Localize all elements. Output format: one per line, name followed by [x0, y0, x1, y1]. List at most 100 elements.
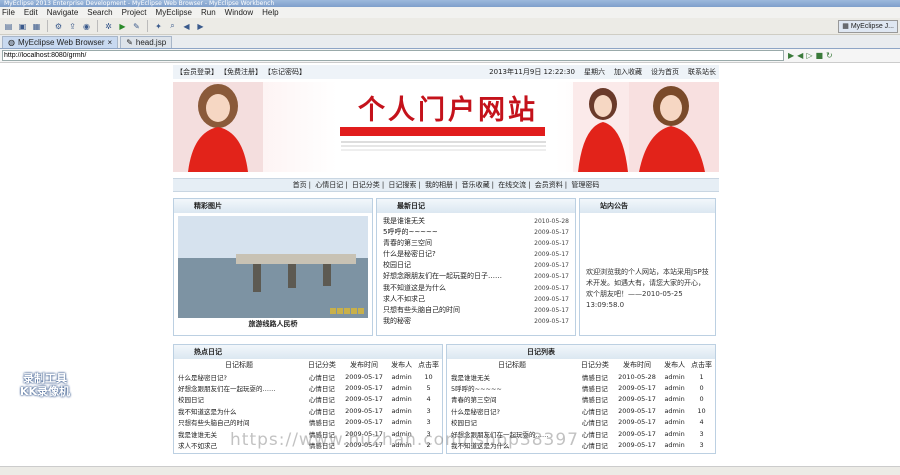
- menu-edit[interactable]: Edit: [24, 7, 38, 18]
- column-header: 点击率: [418, 361, 440, 369]
- table-cell[interactable]: 好想念跟朋友们在一起玩耍的……: [174, 382, 304, 393]
- add-favorite-link[interactable]: 加入收藏: [614, 67, 642, 77]
- table-row[interactable]: 我是谁谁无关 情感日记 2010-05-28 admin 1: [447, 371, 715, 382]
- menu-file[interactable]: File: [2, 7, 15, 18]
- nav-mood-diary[interactable]: 心情日记: [315, 181, 343, 189]
- menu-project[interactable]: Project: [122, 7, 147, 18]
- table-cell[interactable]: 什么是秘密日记?: [447, 405, 577, 416]
- menu-help[interactable]: Help: [262, 7, 278, 18]
- nav-home[interactable]: 首页: [293, 181, 307, 189]
- diary-title[interactable]: 只想有些头脑自己的时间: [383, 305, 460, 316]
- nav-diary-category[interactable]: 日记分类: [352, 181, 380, 189]
- table-cell[interactable]: 我不知道这是为什么: [174, 405, 304, 416]
- nav-diary-search[interactable]: 日记搜索: [388, 181, 416, 189]
- run-icon[interactable]: ▶: [117, 21, 128, 32]
- slideshow-pager[interactable]: [330, 308, 364, 314]
- forward-icon[interactable]: ▷: [806, 51, 812, 60]
- latest-diary-item[interactable]: 青春的第三空间 2009-05-17: [377, 238, 575, 249]
- open-type-icon[interactable]: ✦: [153, 21, 164, 32]
- latest-diary-item[interactable]: 什么是秘密日记? 2009-05-17: [377, 249, 575, 260]
- table-row[interactable]: 青春的第三空间 情感日记 2009-05-17 admin 0: [447, 394, 715, 405]
- column-header: 发布时间: [350, 361, 378, 369]
- latest-diary-item[interactable]: 只想有些头脑自己的时间 2009-05-17: [377, 305, 575, 316]
- latest-diary-item[interactable]: 5呼呼的~~~~~ 2009-05-17: [377, 227, 575, 238]
- column-header: 发布时间: [623, 361, 651, 369]
- nav-album[interactable]: 我的相册: [425, 181, 453, 189]
- latest-diary-item[interactable]: 我是谁谁无关 2010-05-28: [377, 216, 575, 227]
- table-cell[interactable]: 什么是秘密日记?: [174, 371, 304, 382]
- forgot-password-link[interactable]: 【忘记密码】: [264, 67, 306, 77]
- diary-title[interactable]: 我是谁谁无关: [383, 216, 425, 227]
- contact-link[interactable]: 联系站长: [688, 67, 716, 77]
- table-cell: 心情日记: [581, 419, 608, 428]
- external-tools-icon[interactable]: ✎: [131, 21, 142, 32]
- nav-manage-password[interactable]: 管理密码: [571, 181, 599, 189]
- table-row[interactable]: 我不知道这是为什么 心情日记 2009-05-17 admin 3: [174, 405, 442, 416]
- nav-member-info[interactable]: 会员资料: [535, 181, 563, 189]
- editor-tabs: ◍ MyEclipse Web Browser × ✎ head.jsp: [0, 35, 900, 49]
- latest-diary-item[interactable]: 我不知道这是为什么 2009-05-17: [377, 283, 575, 294]
- table-cell: 10: [697, 406, 706, 415]
- member-login-link[interactable]: 【会员登录】: [176, 67, 218, 77]
- browser-icon[interactable]: ◉: [81, 21, 92, 32]
- print-icon[interactable]: ▦: [31, 21, 42, 32]
- back-icon[interactable]: ◀: [181, 21, 192, 32]
- new-icon[interactable]: ▤: [3, 21, 14, 32]
- set-homepage-link[interactable]: 设为首页: [651, 67, 679, 77]
- diary-title[interactable]: 5呼呼的~~~~~: [383, 227, 438, 238]
- diary-title[interactable]: 我的秘密: [383, 316, 411, 327]
- menu-window[interactable]: Window: [225, 7, 253, 18]
- diary-title[interactable]: 求人不如求己: [383, 294, 425, 305]
- server-icon[interactable]: ⚙: [53, 21, 64, 32]
- nav-music[interactable]: 音乐收藏: [462, 181, 490, 189]
- diary-title[interactable]: 校园日记: [383, 260, 411, 271]
- table-cell[interactable]: 青春的第三空间: [447, 394, 577, 405]
- tab-web-browser[interactable]: ◍ MyEclipse Web Browser ×: [2, 36, 119, 49]
- latest-diary-item[interactable]: 校园日记 2009-05-17: [377, 260, 575, 271]
- menu-navigate[interactable]: Navigate: [47, 7, 79, 18]
- table-row[interactable]: 5呼呼的~~~~~ 情感日记 2009-05-17 admin 0: [447, 382, 715, 393]
- search-icon[interactable]: ⌕: [167, 21, 178, 32]
- save-icon[interactable]: ▣: [17, 21, 28, 32]
- table-cell[interactable]: 5呼呼的~~~~~: [447, 382, 577, 393]
- close-icon[interactable]: ×: [108, 37, 113, 49]
- table-row[interactable]: 什么是秘密日记? 心情日记 2009-05-17 admin 10: [447, 405, 715, 416]
- nav-chat[interactable]: 在线交流: [498, 181, 526, 189]
- menu-search[interactable]: Search: [87, 7, 112, 18]
- menu-run[interactable]: Run: [201, 7, 216, 18]
- stop-icon[interactable]: ■: [815, 51, 823, 60]
- back-icon[interactable]: ◀: [797, 51, 803, 60]
- menu-myeclipse[interactable]: MyEclipse: [156, 7, 192, 18]
- table-cell[interactable]: 只想有些头脑自己的时间: [174, 417, 304, 428]
- browser-viewport: 【会员登录】 【免费注册】 【忘记密码】 2013年11月9日 12:22:30…: [0, 63, 900, 466]
- forward-icon[interactable]: ▶: [195, 21, 206, 32]
- table-cell[interactable]: 校园日记: [447, 417, 577, 428]
- table-row[interactable]: 好想念跟朋友们在一起玩耍的…… 心情日记 2009-05-17 admin 5: [174, 382, 442, 393]
- go-icon[interactable]: ▶: [788, 51, 794, 60]
- refresh-icon[interactable]: ↻: [826, 51, 833, 60]
- register-link[interactable]: 【免费注册】: [220, 67, 262, 77]
- latest-diary-item[interactable]: 好想念跟朋友们在一起玩耍的日子…… 2009-05-17: [377, 271, 575, 282]
- tab-head-jsp[interactable]: ✎ head.jsp: [120, 36, 173, 48]
- table-row[interactable]: 什么是秘密日记? 心情日记 2009-05-17 admin 10: [174, 371, 442, 382]
- latest-diary-item[interactable]: 我的秘密 2009-05-17: [377, 316, 575, 327]
- debug-icon[interactable]: ✲: [103, 21, 114, 32]
- table-cell[interactable]: 校园日记: [174, 394, 304, 405]
- diary-title[interactable]: 青春的第三空间: [383, 238, 432, 249]
- latest-diary-item[interactable]: 求人不如求己 2009-05-17: [377, 294, 575, 305]
- perspective-switcher[interactable]: ▦ MyEclipse J...: [838, 20, 898, 33]
- url-input[interactable]: [2, 50, 784, 61]
- table-row[interactable]: 校园日记 心情日记 2009-05-17 admin 4: [174, 394, 442, 405]
- photo-slideshow[interactable]: [178, 216, 368, 318]
- diary-title[interactable]: 什么是秘密日记?: [383, 249, 436, 260]
- table-row[interactable]: 只想有些头脑自己的时间 情感日记 2009-05-17 admin 3: [174, 417, 442, 428]
- diary-title[interactable]: 我不知道这是为什么: [383, 283, 446, 294]
- table-cell: 2009-05-17: [618, 406, 656, 415]
- table-cell[interactable]: 我是谁谁无关: [447, 371, 577, 382]
- deploy-icon[interactable]: ⇪: [67, 21, 78, 32]
- table-cell: 心情日记: [581, 430, 608, 439]
- diary-date: 2009-05-17: [534, 229, 569, 237]
- table-cell: 2009-05-17: [618, 429, 656, 438]
- diary-title[interactable]: 好想念跟朋友们在一起玩耍的日子……: [383, 271, 502, 282]
- table-row[interactable]: 校园日记 心情日记 2009-05-17 admin 4: [447, 417, 715, 428]
